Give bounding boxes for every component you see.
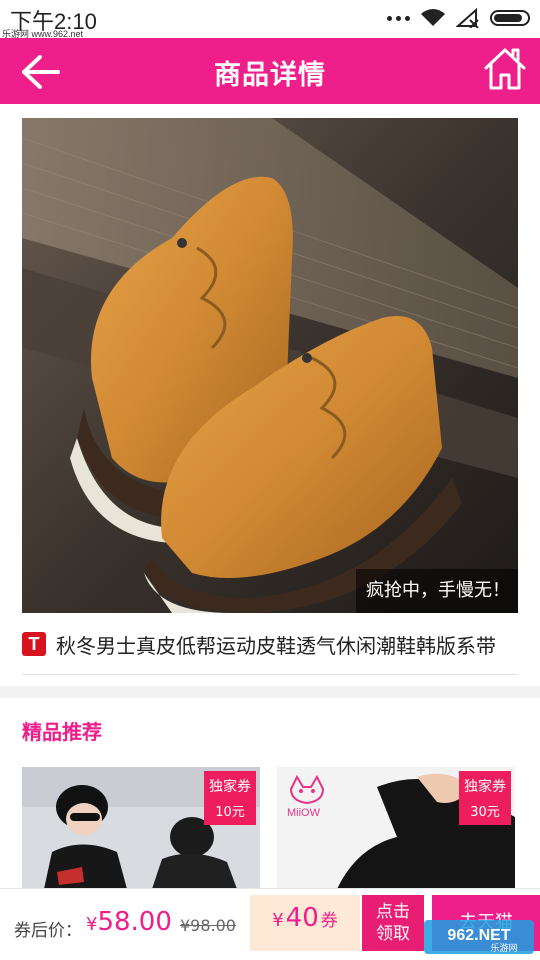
product-title: 秋冬男士真皮低帮运动皮鞋透气休闲潮鞋韩版系带: [56, 633, 496, 658]
price-original: ¥98.00: [180, 916, 236, 935]
recommend-item[interactable]: MiiOW 独家券 30元: [277, 767, 515, 889]
more-dots-icon: [387, 15, 410, 21]
price-label: 券后价：: [14, 921, 82, 941]
status-icons: [387, 8, 530, 28]
app-header: 商品详情: [0, 38, 540, 104]
svg-text:乐游网: 乐游网: [490, 942, 517, 954]
promo-banner: 疯抢中，手慢无！: [356, 569, 518, 613]
wifi-icon: [421, 9, 445, 26]
site-watermark-logo: 962.NET 乐游网: [424, 920, 534, 954]
tmall-badge-icon: T: [22, 632, 46, 656]
section-gap: [0, 686, 540, 698]
home-icon: [484, 48, 526, 90]
product-image[interactable]: 疯抢中，手慢无！: [22, 118, 518, 613]
signal-icon: [456, 8, 479, 28]
claim-coupon-button[interactable]: 点击 领取: [362, 895, 424, 951]
price-now: ¥58.00: [86, 907, 172, 937]
status-bar: 下午2:10 乐游网 www.962.net: [0, 0, 540, 39]
battery-icon: [490, 10, 530, 26]
bottom-bar: 券后价： ¥58.00 ¥98.00 ¥40券 点击 领取 去天猫 962.NE…: [0, 888, 540, 960]
recommend-item[interactable]: 独家券 10元: [22, 767, 260, 889]
coupon-amount[interactable]: ¥40 券: [250, 895, 360, 951]
recommend-title: 精品推荐: [22, 720, 102, 744]
page-title: 商品详情: [214, 60, 326, 91]
coupon-badge: 独家券 10元: [204, 771, 256, 825]
brand-logo-text: MiiOW: [287, 807, 320, 819]
svg-text:962.NET: 962.NET: [447, 927, 510, 944]
home-button[interactable]: [482, 46, 528, 92]
coupon-badge: 独家券 30元: [459, 771, 511, 825]
divider: [22, 674, 518, 675]
shoe-photo: [22, 118, 518, 613]
product-title-row: T 秋冬男士真皮低帮运动皮鞋透气休闲潮鞋韩版系带: [22, 627, 518, 661]
